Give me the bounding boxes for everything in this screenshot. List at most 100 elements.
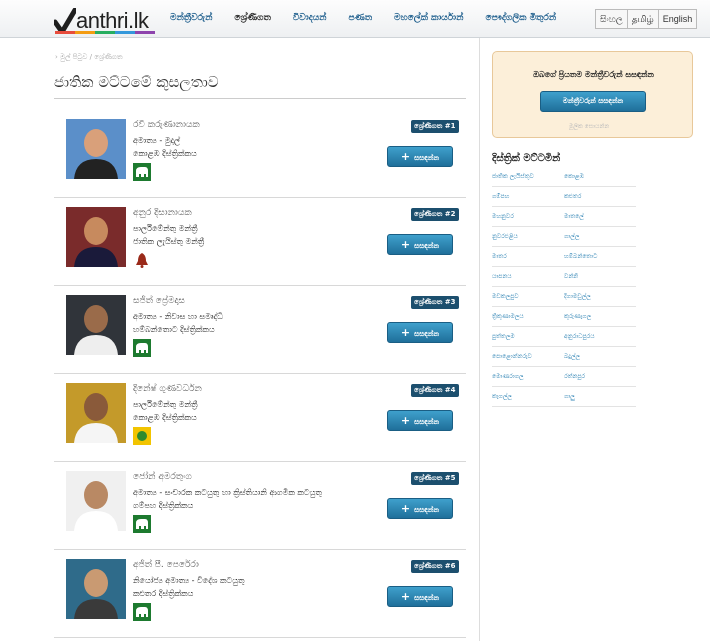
member-district: කොළඹ දිස්ත්‍රික්කය: [133, 413, 197, 422]
member-photo[interactable]: [66, 471, 126, 531]
districts-title: දිස්ත්‍රික් මට්ටමින්: [492, 153, 561, 164]
promo-title: ඔබගේ ප්‍රියතම මන්ත්‍රීවරුන් සසඳන්න: [533, 70, 654, 79]
district-link[interactable]: ගම්පහ: [492, 187, 564, 207]
breadcrumb[interactable]: › මුල් පිටුව / ශ්‍රේණිගත: [55, 53, 123, 62]
add-compare-button[interactable]: + සසඳන්න: [387, 234, 453, 255]
lang-english[interactable]: English: [658, 9, 698, 29]
logo-color-bar: [55, 31, 155, 34]
plus-icon: +: [400, 590, 411, 603]
add-compare-button[interactable]: + සසඳන්න: [387, 498, 453, 519]
member-row: අනුර දිසානායක පාර්ලිමේන්තු මන්ත්‍රී ජාතික …: [54, 198, 466, 286]
district-link[interactable]: මාතලේ: [564, 207, 636, 227]
district-link[interactable]: කොළඹ: [564, 167, 636, 187]
member-position: පාර්ලිමේන්තු මන්ත්‍රී: [133, 224, 198, 233]
member-row: ජෝන් අමරතුංග අමාත්‍ය - සංචාරක කටයුතු හා ක…: [54, 462, 466, 550]
top-header: anthri.lk මන්ත්‍රීවරුන් ශ්‍රේණිගත විවාදය…: [0, 0, 710, 38]
add-label: සසඳන්න: [414, 330, 440, 338]
district-link[interactable]: නුවරඑළිය: [492, 227, 564, 247]
district-link[interactable]: ගාලු: [564, 387, 636, 407]
member-district: ගම්පහ දිස්ත්‍රික්කය: [133, 501, 194, 510]
add-label: සසඳන්න: [414, 506, 440, 514]
compare-members-button[interactable]: මන්ත්‍රීවරුන් සසඳන්න: [540, 91, 646, 112]
rank-badge: ශ්‍රේණිගත #2: [411, 208, 459, 221]
rank-badge: ශ්‍රේණිගත #1: [411, 120, 459, 133]
sidebar-divider: [479, 38, 480, 641]
promo-link[interactable]: මූලික සොයන්න: [569, 123, 609, 131]
district-link[interactable]: බදුල්ල: [564, 347, 636, 367]
member-district: ජාතික ලැයිස්තු මන්ත්‍රී: [133, 237, 205, 246]
nav-members[interactable]: මන්ත්‍රීවරුන්: [170, 13, 212, 23]
member-position: අමාත්‍ය - සංචාරක කටයුතු හා ක්‍රිස්තියානි…: [133, 488, 322, 497]
member-name[interactable]: රවී කරුණානායක: [133, 120, 200, 130]
add-label: සසඳන්න: [414, 418, 440, 426]
nav-rankings[interactable]: ශ්‍රේණිගත: [234, 13, 270, 23]
district-link[interactable]: ජාතික ලැයිස්තුව: [492, 167, 564, 187]
party-elephant-icon: [133, 603, 151, 621]
district-link[interactable]: අනුරාධපුරය: [564, 327, 636, 347]
district-link[interactable]: දිගාමඩුල්ල: [564, 287, 636, 307]
member-name[interactable]: අනුර දිසානායක: [133, 208, 192, 218]
district-link[interactable]: කළුතර: [564, 187, 636, 207]
district-link[interactable]: මඩකලපුව: [492, 287, 564, 307]
district-link[interactable]: මාතර: [492, 247, 564, 267]
nav-bills[interactable]: පණත: [349, 13, 373, 23]
district-link[interactable]: කුරුණෑගල: [564, 307, 636, 327]
title-divider: [54, 98, 466, 99]
compare-promo-box: ඔබගේ ප්‍රියතම මන්ත්‍රීවරුන් සසඳන්න මන්ත්…: [492, 51, 693, 138]
district-link[interactable]: මහනුවර: [492, 207, 564, 227]
district-link[interactable]: මොණරාගල: [492, 367, 564, 387]
district-link[interactable]: ත්‍රිකුණාමලය: [492, 307, 564, 327]
district-link[interactable]: හම්බන්තොට: [564, 247, 636, 267]
district-link[interactable]: වන්නි: [564, 267, 636, 287]
rank-badge: ශ්‍රේණිගත #5: [411, 472, 459, 485]
party-bell-icon: [133, 251, 151, 269]
district-link[interactable]: පුත්තලම: [492, 327, 564, 347]
district-link[interactable]: කෑගල්ල: [492, 387, 564, 407]
nav-friends[interactable]: පෞද්ගලික මිතුරන්: [485, 13, 556, 23]
nav-secretariat[interactable]: මහලේක් කාර්යාන්: [394, 13, 463, 23]
district-link[interactable]: රත්නපුර: [564, 367, 636, 387]
member-photo[interactable]: [66, 383, 126, 443]
member-photo[interactable]: [66, 119, 126, 179]
add-compare-button[interactable]: + සසඳන්න: [387, 410, 453, 431]
plus-icon: +: [400, 238, 411, 251]
lang-tamil[interactable]: தமிழ்: [627, 9, 659, 29]
party-elephant-icon: [133, 515, 151, 533]
rank-badge: ශ්‍රේණිගත #6: [411, 560, 459, 573]
member-position: අමාත්‍ය - මුදල්: [133, 136, 181, 145]
member-position: අමාත්‍ය - නිවාස හා සමෘද්ධි: [133, 312, 224, 321]
add-compare-button[interactable]: + සසඳන්න: [387, 146, 453, 167]
page-title: ජාතික මට්ටමේ කුසලතාව: [54, 73, 219, 91]
main-nav: මන්ත්‍රීවරුන් ශ්‍රේණිගත විවාදයන් පණත මහල…: [170, 13, 578, 23]
plus-icon: +: [400, 326, 411, 339]
party-elephant-icon: [133, 339, 151, 357]
plus-icon: +: [400, 150, 411, 163]
member-name[interactable]: දිනේෂ් ගුණවර්ධන: [133, 384, 202, 394]
party-elephant-icon: [133, 163, 151, 181]
member-photo[interactable]: [66, 295, 126, 355]
nav-debates[interactable]: විවාදයන්: [293, 13, 327, 23]
lang-sinhala[interactable]: සිංහල: [595, 9, 628, 29]
member-position: පාර්ලිමේන්තු මන්ත්‍රී: [133, 400, 198, 409]
add-label: සසඳන්න: [414, 154, 440, 162]
member-photo[interactable]: [66, 207, 126, 267]
add-compare-button[interactable]: + සසඳන්න: [387, 586, 453, 607]
district-link[interactable]: ගාල්ල: [564, 227, 636, 247]
member-photo[interactable]: [66, 559, 126, 619]
member-name[interactable]: සජිත් ප්‍රේමදාස: [133, 296, 185, 306]
party-betel-icon: [133, 427, 151, 445]
member-district: කොළඹ දිස්ත්‍රික්කය: [133, 149, 197, 158]
member-district: හම්බන්තොට දිස්ත්‍රික්කය: [133, 325, 215, 334]
member-name[interactable]: අජිත් පී. පෙරේරා: [133, 560, 199, 570]
site-logo[interactable]: anthri.lk: [54, 4, 149, 34]
add-compare-button[interactable]: + සසඳන්න: [387, 322, 453, 343]
member-row: අජිත් පී. පෙරේරා නියෝජ්‍ය අමාත්‍ය - විදේශ…: [54, 550, 466, 638]
district-link[interactable]: පොළොන්නරුව: [492, 347, 564, 367]
member-row: දිනේෂ් ගුණවර්ධන පාර්ලිමේන්තු මන්ත්‍රී කොළඹ…: [54, 374, 466, 462]
member-name[interactable]: ජෝන් අමරතුංග: [133, 472, 192, 482]
plus-icon: +: [400, 502, 411, 515]
member-row: රවී කරුණානායක අමාත්‍ය - මුදල් කොළඹ දිස්ත්‍…: [54, 110, 466, 198]
district-link[interactable]: යාපනය: [492, 267, 564, 287]
member-district: කළුතර දිස්ත්‍රික්කය: [133, 589, 194, 598]
breadcrumb-text[interactable]: මුල් පිටුව / ශ්‍රේණිගත: [60, 53, 123, 61]
